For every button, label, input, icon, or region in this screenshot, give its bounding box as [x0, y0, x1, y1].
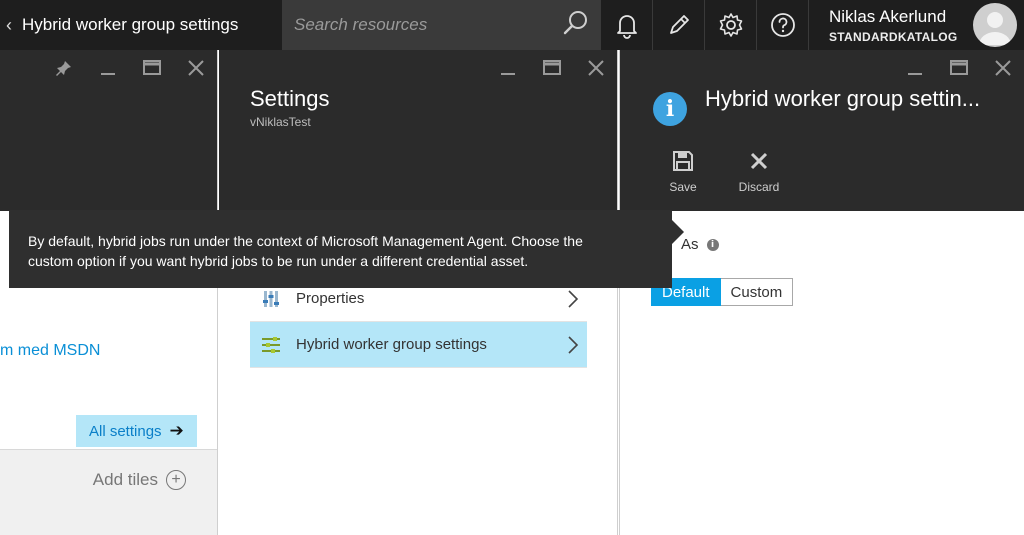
discard-button[interactable]: Discard: [729, 148, 789, 194]
info-icon: i: [653, 92, 687, 126]
breadcrumb[interactable]: ‹ Hybrid worker group settings: [0, 0, 282, 50]
dashboard-blade: m med MSDN All settings ➔ Add tiles +: [0, 50, 218, 535]
hybrid-settings-icon: [260, 336, 282, 354]
blade-header: [0, 50, 217, 211]
add-tiles-button[interactable]: Add tiles +: [93, 470, 186, 490]
user-directory: STANDARDKATALOG: [829, 29, 958, 44]
user-account[interactable]: Niklas Akerlund STANDARDKATALOG: [808, 0, 1024, 50]
blade-header: Settings vNiklasTest: [219, 50, 617, 211]
all-settings-label: All settings: [89, 422, 162, 440]
top-bar: ‹ Hybrid worker group settings Niklas Ak…: [0, 0, 1024, 50]
help-question-icon[interactable]: [756, 0, 808, 50]
run-as-label: As i: [681, 236, 719, 253]
blade-title: Hybrid worker group settin...: [705, 86, 981, 111]
avatar[interactable]: [973, 3, 1018, 47]
chevron-right-icon: [567, 289, 579, 313]
properties-icon: [260, 289, 282, 309]
discard-label: Discard: [738, 180, 780, 194]
menu-item-hybrid-worker-group-settings[interactable]: Hybrid worker group settings: [250, 322, 587, 368]
search-box[interactable]: [282, 0, 600, 50]
close-icon[interactable]: [992, 58, 1014, 78]
save-button[interactable]: Save: [653, 148, 713, 194]
settings-blade: Settings vNiklasTest Properties Hybrid w…: [219, 50, 618, 535]
save-label: Save: [669, 180, 697, 194]
search-icon[interactable]: [562, 10, 588, 41]
menu-item-label: Hybrid worker group settings: [296, 336, 487, 353]
toggle-custom-option[interactable]: Custom: [720, 278, 794, 306]
run-as-toggle[interactable]: Default Custom: [651, 278, 794, 306]
tooltip-line: By default, hybrid jobs run under the co…: [28, 233, 583, 249]
pin-icon[interactable]: [53, 58, 75, 78]
minimize-icon[interactable]: [497, 58, 519, 78]
save-icon: [653, 148, 713, 174]
tiles-area: Add tiles +: [0, 449, 217, 535]
search-input[interactable]: [294, 15, 544, 35]
add-tiles-label: Add tiles: [92, 470, 158, 489]
run-as-tooltip: By default, hybrid jobs run under the co…: [9, 210, 684, 288]
maximize-icon[interactable]: [141, 58, 163, 78]
blade-body: [620, 211, 1024, 535]
close-icon[interactable]: [585, 58, 607, 78]
chevron-left-icon[interactable]: ‹: [6, 15, 12, 36]
breadcrumb-title: Hybrid worker group settings: [22, 15, 239, 34]
chevron-right-icon: [567, 335, 579, 359]
blade-subtitle: vNiklasTest: [250, 115, 311, 129]
blade-header: i Hybrid worker group settin... Save Dis…: [620, 50, 1024, 211]
close-icon[interactable]: [185, 58, 207, 78]
maximize-icon[interactable]: [948, 58, 970, 78]
hybrid-worker-group-blade: i Hybrid worker group settin... Save Dis…: [619, 50, 1024, 535]
discard-x-icon: [729, 148, 789, 174]
blade-title: Settings: [250, 86, 330, 111]
info-small-icon[interactable]: i: [706, 238, 719, 251]
tooltip-line: custom option if you want hybrid jobs to…: [28, 253, 529, 269]
all-settings-button[interactable]: All settings ➔: [76, 415, 197, 447]
subscription-link[interactable]: m med MSDN: [0, 342, 100, 360]
settings-gear-icon[interactable]: [704, 0, 756, 50]
minimize-icon[interactable]: [97, 58, 119, 78]
notifications-bell-icon[interactable]: [600, 0, 652, 50]
maximize-icon[interactable]: [541, 58, 563, 78]
edit-pencil-icon[interactable]: [652, 0, 704, 50]
plus-circle-icon: +: [166, 470, 186, 490]
minimize-icon[interactable]: [904, 58, 926, 78]
menu-item-label: Properties: [296, 290, 365, 307]
user-name: Niklas Akerlund: [829, 6, 947, 26]
arrow-right-icon: ➔: [169, 421, 184, 440]
